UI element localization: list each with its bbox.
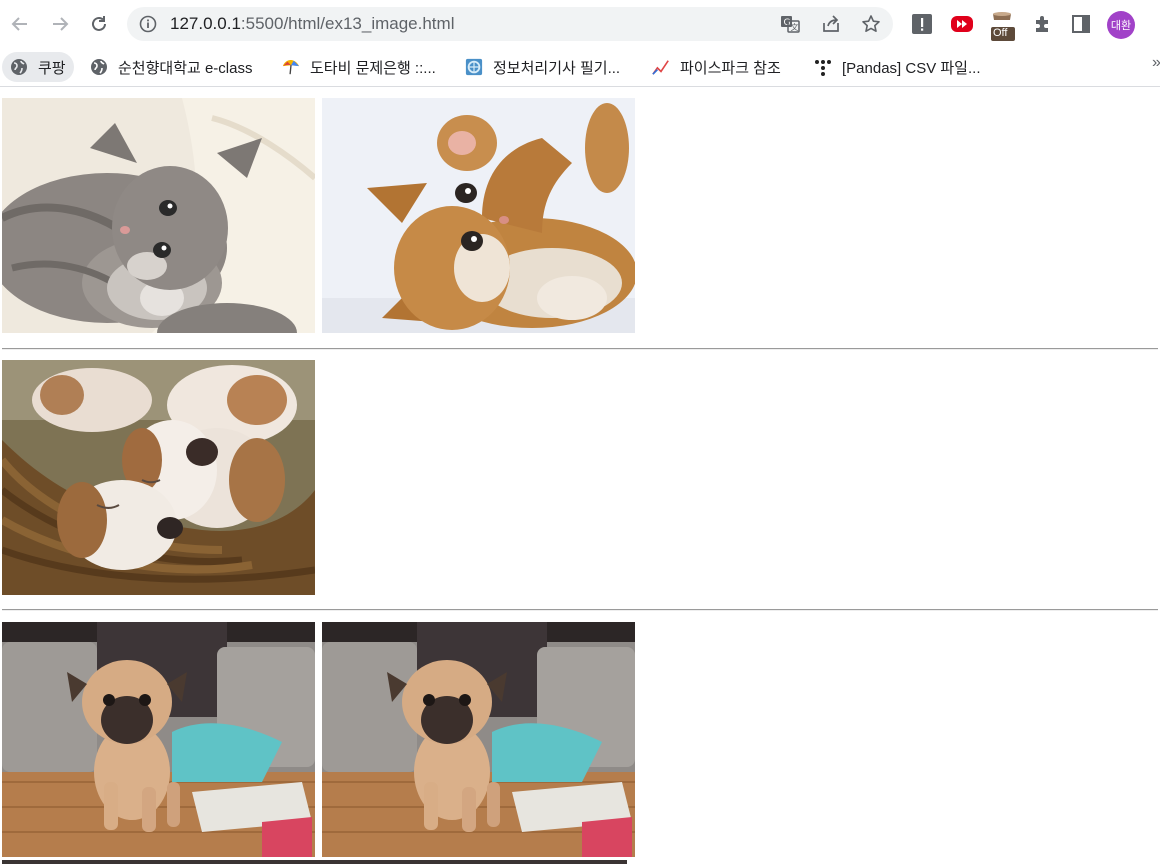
chart-icon [652,58,670,76]
reload-button[interactable] [85,10,113,38]
bookmark-coupang[interactable]: 쿠팡 [2,52,74,82]
side-panel-button[interactable] [1069,12,1093,36]
globe-icon [10,58,28,76]
bookmark-label: 도타비 문제은행 ::... [310,59,436,77]
svg-text:G: G [784,18,791,28]
address-bar[interactable]: 127.0.0.1:5500/html/ex13_image.html G文 [127,7,893,41]
bookmark-eclass[interactable]: 순천향대학교 e-class [90,52,252,82]
svg-text:文: 文 [791,22,799,32]
bookmark-label: 쿠팡 [38,59,66,77]
gray-kitten-image [2,98,315,333]
bookmarks-overflow-button[interactable]: » [1152,54,1160,72]
pug-puppy-image-1 [2,622,315,857]
bookmark-jeongbo[interactable]: 정보처리기사 필기... [465,52,620,82]
pug-puppy-picture-2 [322,622,635,857]
dots-icon [814,58,832,76]
site-info-icon[interactable] [139,15,157,33]
profile-avatar[interactable]: 대환 [1107,11,1135,39]
bookmark-label: 파이스파크 참조 [680,59,781,77]
reload-icon [92,16,106,31]
overflow-chevron-icon: » [1152,54,1160,71]
orange-kitten-picture [322,98,635,333]
forward-button[interactable] [46,10,74,38]
bookmark-label: 정보처리기사 필기... [493,59,621,77]
toolbar-divider [0,86,1160,87]
share-button[interactable] [820,13,842,35]
horizontal-rule-2 [2,609,1158,611]
puppies-basket-picture [2,360,315,595]
info-extension-icon [912,14,932,34]
back-arrow-icon [11,17,27,31]
bookmark-star-button[interactable] [860,13,882,35]
bookmark-pyspark[interactable]: 파이스파크 참조 [652,52,781,82]
umbrella-icon [282,58,300,76]
next-row-image-edge [2,860,627,864]
globe-icon [90,58,108,76]
puppies-basket-image [2,360,315,595]
forward-arrow-icon [53,17,69,31]
site-icon [465,58,483,76]
url-path: :5500/html/ex13_image.html [240,14,455,33]
extension-off-badge: Off [993,27,1008,39]
side-panel-icon [1072,15,1090,33]
url-host: 127.0.0.1 [170,14,241,33]
bookmark-label: [Pandas] CSV 파일... [842,59,981,77]
bookmark-label: 순천향대학교 e-class [118,59,253,77]
star-icon [862,15,880,32]
pug-puppy-image-2 [322,622,635,857]
gray-kitten-picture [2,98,315,333]
video-extension-button[interactable] [950,12,974,36]
translate-icon: G文 [781,16,800,33]
fast-forward-extension-icon [951,16,973,32]
pug-puppy-picture-1 [2,622,315,857]
bookmark-pandas[interactable]: [Pandas] CSV 파일... [814,52,981,82]
horizontal-rule-1 [2,348,1158,350]
bookmark-dotabi[interactable]: 도타비 문제은행 ::... [282,52,436,82]
orange-kitten-image [322,98,635,333]
extensions-button[interactable] [1031,12,1055,36]
url-text[interactable]: 127.0.0.1:5500/html/ex13_image.html [170,14,454,34]
browser-toolbar: 127.0.0.1:5500/html/ex13_image.html G文 O… [0,0,1160,48]
coffee-extension-button[interactable]: Off [990,10,1016,42]
back-button[interactable] [6,10,34,38]
share-icon [823,15,839,32]
bookmarks-bar: 쿠팡 순천향대학교 e-class 도타비 문제은행 ::... 정보처리기사 … [0,48,1160,86]
translate-button[interactable]: G文 [779,13,801,35]
puzzle-icon [1036,16,1048,32]
extension-info-button[interactable] [910,12,934,36]
profile-initials: 대환 [1110,20,1132,32]
